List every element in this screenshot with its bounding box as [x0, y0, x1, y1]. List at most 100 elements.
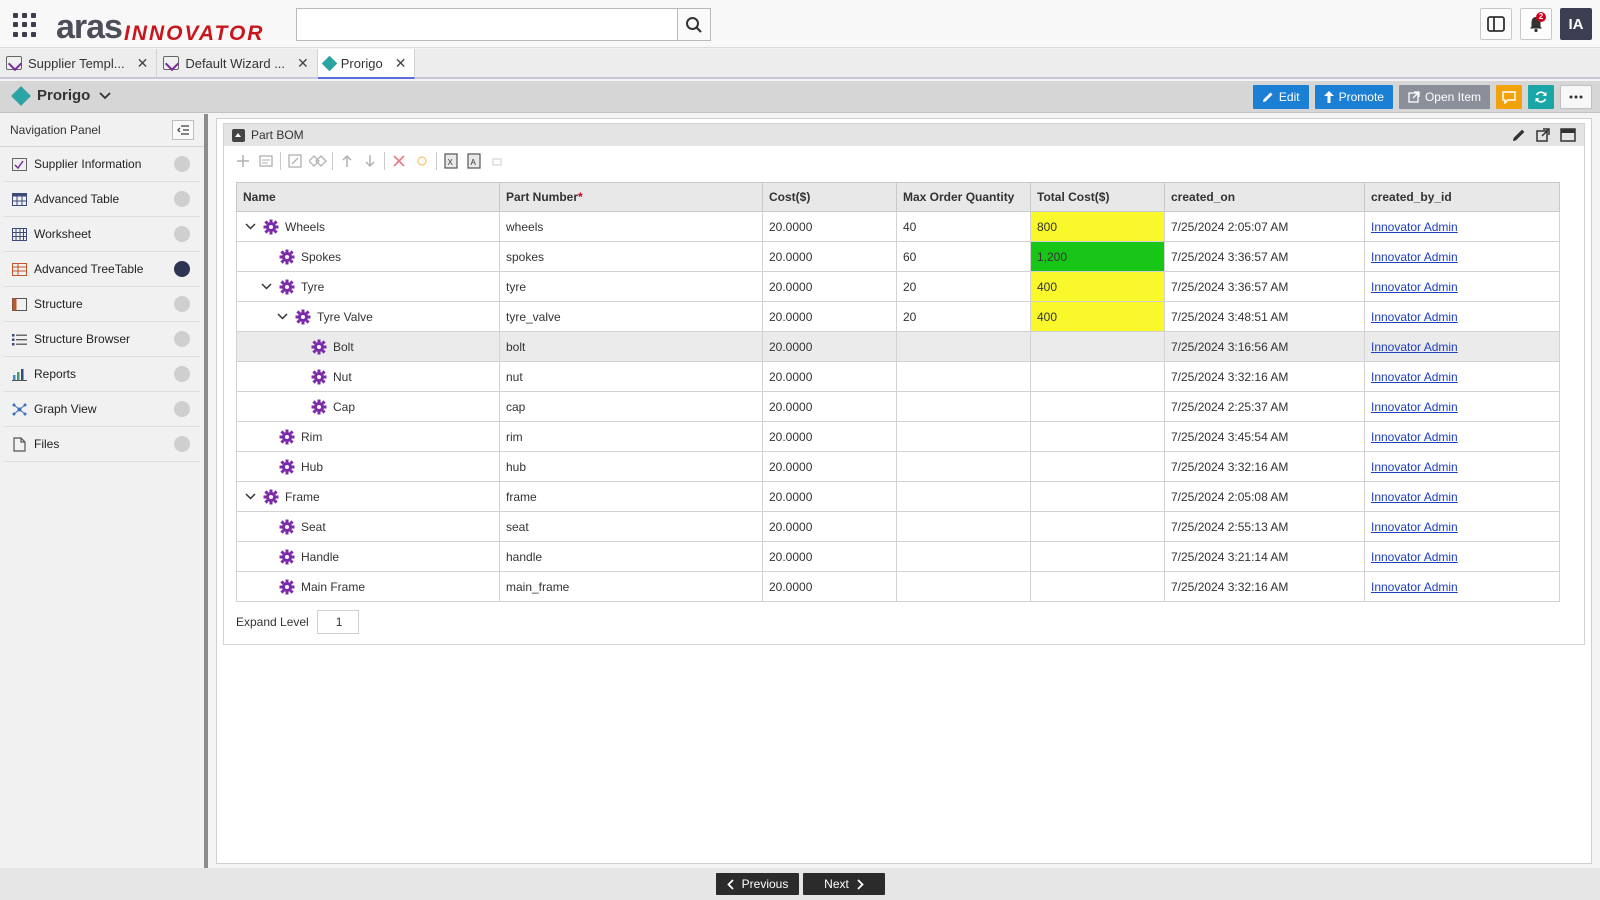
- edit-button[interactable]: Edit: [1252, 85, 1309, 109]
- created-by-link[interactable]: Innovator Admin: [1371, 430, 1458, 444]
- table-row[interactable]: Hub hub 20.0000 7/25/2024 3:32:16 AM Innovat…: [236, 451, 1560, 482]
- cell-part-number[interactable]: hub: [499, 451, 763, 482]
- created-by-link[interactable]: Innovator Admin: [1371, 400, 1458, 414]
- column-header-created-on[interactable]: created_on: [1164, 182, 1365, 212]
- refresh-button[interactable]: [1528, 85, 1554, 109]
- cell-max-order-quantity[interactable]: 60: [896, 241, 1031, 272]
- user-avatar[interactable]: IA: [1560, 8, 1592, 40]
- cell-created-by[interactable]: Innovator Admin: [1364, 271, 1560, 302]
- cell-part-number[interactable]: rim: [499, 421, 763, 452]
- cell-cost[interactable]: 20.0000: [762, 421, 897, 452]
- cell-created-by[interactable]: Innovator Admin: [1364, 571, 1560, 602]
- close-icon[interactable]: ✕: [395, 55, 407, 72]
- cell-max-order-quantity[interactable]: [896, 571, 1031, 602]
- cell-max-order-quantity[interactable]: [896, 451, 1031, 482]
- cell-part-number[interactable]: frame: [499, 481, 763, 512]
- cell-created-by[interactable]: Innovator Admin: [1364, 481, 1560, 512]
- table-row[interactable]: Spokes spokes 20.0000 60 1,200 7/25/2024 3:36…: [236, 241, 1560, 272]
- sidebar-item-structure-browser[interactable]: Structure Browser: [4, 322, 200, 357]
- cell-total-cost[interactable]: [1030, 421, 1165, 452]
- column-header-name[interactable]: Name: [236, 182, 500, 212]
- cell-name[interactable]: Hub: [236, 451, 500, 482]
- created-by-link[interactable]: Innovator Admin: [1371, 220, 1458, 234]
- cell-total-cost[interactable]: 800: [1030, 211, 1165, 242]
- cell-cost[interactable]: 20.0000: [762, 271, 897, 302]
- cell-name[interactable]: Rim: [236, 421, 500, 452]
- move-up-button[interactable]: [338, 152, 356, 170]
- cell-name[interactable]: Main Frame: [236, 571, 500, 602]
- sidebar-item-structure[interactable]: Structure: [4, 287, 200, 322]
- cell-created-on[interactable]: 7/25/2024 3:21:14 AM: [1164, 541, 1365, 572]
- search-button[interactable]: [677, 9, 710, 40]
- created-by-link[interactable]: Innovator Admin: [1371, 280, 1458, 294]
- cell-total-cost[interactable]: [1030, 481, 1165, 512]
- app-launcher-icon[interactable]: [13, 13, 37, 37]
- cell-name[interactable]: Bolt: [236, 331, 500, 362]
- sidebar-item-files[interactable]: Files: [4, 427, 200, 462]
- sidebar-item-supplier-information[interactable]: Supplier Information: [4, 147, 200, 182]
- print-button[interactable]: [488, 152, 506, 170]
- aras-logo[interactable]: aras INNOVATOR: [56, 4, 264, 45]
- cell-cost[interactable]: 20.0000: [762, 511, 897, 542]
- cell-max-order-quantity[interactable]: 40: [896, 211, 1031, 242]
- cell-cost[interactable]: 20.0000: [762, 541, 897, 572]
- delete-row-button[interactable]: [390, 152, 408, 170]
- table-row[interactable]: Frame frame 20.0000 7/25/2024 2:05:08 AM Inn…: [236, 481, 1560, 512]
- created-by-link[interactable]: Innovator Admin: [1371, 310, 1458, 324]
- table-row[interactable]: Handle handle 20.0000 7/25/2024 3:21:14 AM I…: [236, 541, 1560, 572]
- cell-created-by[interactable]: Innovator Admin: [1364, 451, 1560, 482]
- collapse-panel-button[interactable]: [172, 120, 194, 140]
- sidebar-item-advanced-table[interactable]: Advanced Table: [4, 182, 200, 217]
- cell-created-by[interactable]: Innovator Admin: [1364, 241, 1560, 272]
- cell-created-on[interactable]: 7/25/2024 3:36:57 AM: [1164, 271, 1365, 302]
- add-row-button[interactable]: [234, 152, 252, 170]
- discussion-button[interactable]: [1496, 85, 1522, 109]
- close-icon[interactable]: ✕: [297, 55, 309, 72]
- next-button[interactable]: Next: [803, 873, 885, 895]
- cell-name[interactable]: Frame: [236, 481, 500, 512]
- cell-name[interactable]: Nut: [236, 361, 500, 392]
- edit-row-button[interactable]: [286, 152, 304, 170]
- cell-total-cost[interactable]: [1030, 451, 1165, 482]
- open-in-new-icon[interactable]: [1536, 128, 1550, 142]
- table-row[interactable]: Seat seat 20.0000 7/25/2024 2:55:13 AM Innov…: [236, 511, 1560, 542]
- export-excel-button[interactable]: X: [442, 152, 460, 170]
- cell-created-on[interactable]: 7/25/2024 3:32:16 AM: [1164, 571, 1365, 602]
- collapse-panel-icon[interactable]: [232, 128, 245, 142]
- table-row[interactable]: Tyre Valve tyre_valve 20.0000 20 400 7/25/202…: [236, 301, 1560, 332]
- cell-name[interactable]: Wheels: [236, 211, 500, 242]
- table-row[interactable]: Wheels wheels 20.0000 40 800 7/25/2024 2:05:0…: [236, 211, 1560, 242]
- cell-name[interactable]: Handle: [236, 541, 500, 572]
- item-title-menu[interactable]: Prorigo: [11, 85, 111, 106]
- tab-supplier-template[interactable]: Supplier Templ... ✕: [0, 49, 158, 77]
- tab-prorigo[interactable]: Prorigo ✕: [317, 49, 416, 79]
- created-by-link[interactable]: Innovator Admin: [1371, 490, 1458, 504]
- cell-max-order-quantity[interactable]: [896, 511, 1031, 542]
- cell-created-by[interactable]: Innovator Admin: [1364, 301, 1560, 332]
- cell-cost[interactable]: 20.0000: [762, 481, 897, 512]
- created-by-link[interactable]: Innovator Admin: [1371, 460, 1458, 474]
- cell-part-number[interactable]: main_frame: [499, 571, 763, 602]
- expand-level-input[interactable]: 1: [316, 610, 359, 634]
- lock-button[interactable]: [413, 152, 431, 170]
- column-header-cost[interactable]: Cost($): [762, 182, 897, 212]
- cell-created-by[interactable]: Innovator Admin: [1364, 511, 1560, 542]
- cell-created-on[interactable]: 7/25/2024 2:55:13 AM: [1164, 511, 1365, 542]
- cell-total-cost[interactable]: [1030, 541, 1165, 572]
- cell-created-on[interactable]: 7/25/2024 2:05:08 AM: [1164, 481, 1365, 512]
- cell-max-order-quantity[interactable]: [896, 481, 1031, 512]
- cell-cost[interactable]: 20.0000: [762, 361, 897, 392]
- notifications-button[interactable]: 2: [1520, 8, 1552, 40]
- cell-cost[interactable]: 20.0000: [762, 241, 897, 272]
- cell-cost[interactable]: 20.0000: [762, 391, 897, 422]
- cell-created-on[interactable]: 7/25/2024 2:25:37 AM: [1164, 391, 1365, 422]
- table-row[interactable]: Tyre tyre 20.0000 20 400 7/25/2024 3:36:57 AM…: [236, 271, 1560, 302]
- tab-default-wizard[interactable]: Default Wizard ... ✕: [157, 49, 318, 77]
- cell-created-by[interactable]: Innovator Admin: [1364, 331, 1560, 362]
- column-header-created-by[interactable]: created_by_id: [1364, 182, 1560, 212]
- link-button[interactable]: [309, 152, 327, 170]
- chevron-down-icon[interactable]: [275, 313, 289, 320]
- maximize-icon[interactable]: [1560, 128, 1576, 142]
- cell-created-on[interactable]: 7/25/2024 2:05:07 AM: [1164, 211, 1365, 242]
- cell-total-cost[interactable]: 400: [1030, 271, 1165, 302]
